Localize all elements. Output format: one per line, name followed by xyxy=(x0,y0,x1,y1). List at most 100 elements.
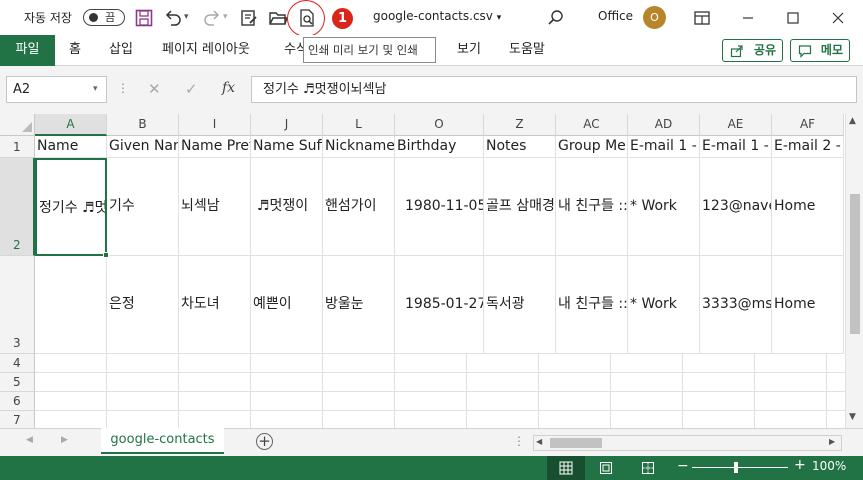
cell-ad1[interactable]: E-mail 1 - Type xyxy=(628,136,700,158)
normal-view-button[interactable] xyxy=(547,456,585,480)
cell-l3[interactable]: 방울눈 xyxy=(323,256,395,354)
column-header-ac[interactable]: AC xyxy=(556,114,628,136)
cell-l1[interactable]: Nickname xyxy=(323,136,395,158)
cell-j3[interactable]: 예쁜이 xyxy=(251,256,323,354)
row-header-2[interactable]: 2 xyxy=(0,158,35,256)
open-folder-icon[interactable] xyxy=(268,8,288,28)
row-header-7[interactable]: 7 xyxy=(0,411,35,428)
cell-i2[interactable]: 뇌섹남 xyxy=(179,158,251,256)
prev-sheet-icon[interactable]: ◀ xyxy=(26,435,33,445)
user-name[interactable]: Office xyxy=(598,9,633,23)
undo-dropdown-icon[interactable]: ▾ xyxy=(184,12,189,22)
cell-o1[interactable]: Birthday xyxy=(395,136,484,158)
cell-i1[interactable]: Name Prefix xyxy=(179,136,251,158)
tab-insert[interactable]: 삽입 xyxy=(109,35,133,66)
cell-i3[interactable]: 차도녀 xyxy=(179,256,251,354)
cell-l2[interactable]: 핸섬가이 xyxy=(323,158,395,256)
document-title[interactable]: google-contacts.csv ▾ xyxy=(373,9,501,23)
column-header-ad[interactable]: AD xyxy=(628,114,700,136)
scroll-right-icon[interactable]: ▶ xyxy=(829,437,835,446)
redo-dropdown-icon[interactable]: ▾ xyxy=(223,12,228,22)
sheet-tab-google-contacts[interactable]: google-contacts xyxy=(101,428,224,454)
cell-af2[interactable]: Home xyxy=(772,158,844,256)
cell-b1[interactable]: Given Name xyxy=(107,136,179,158)
tab-page-layout[interactable]: 페이지 레이아웃 xyxy=(162,35,250,66)
spreadsheet-grid[interactable]: A B I J L O Z AC AD AE AF 1 2 3 4 5 6 7 … xyxy=(0,114,845,428)
empty-cells[interactable] xyxy=(35,354,845,428)
undo-icon[interactable] xyxy=(163,8,183,28)
cell-b3[interactable]: 은정 xyxy=(107,256,179,354)
page-layout-view-icon[interactable] xyxy=(599,461,613,475)
share-button[interactable]: 공유 xyxy=(722,39,783,62)
page-break-view-icon[interactable] xyxy=(641,461,655,475)
form-icon[interactable] xyxy=(239,8,259,28)
column-header-af[interactable]: AF xyxy=(772,114,844,136)
tab-home[interactable]: 홈 xyxy=(69,35,81,66)
zoom-slider-track[interactable] xyxy=(692,467,788,468)
cancel-icon[interactable]: ✕ xyxy=(148,80,161,98)
name-box[interactable]: A2 ▾ xyxy=(6,76,107,103)
search-icon[interactable] xyxy=(546,8,566,28)
row-header-4[interactable]: 4 xyxy=(0,354,35,373)
column-header-b[interactable]: B xyxy=(107,114,179,136)
vertical-scrollbar[interactable]: ▲ ▼ xyxy=(845,114,863,428)
cell-a2-active[interactable]: 정기수 ♬멋쟁이뇌섹남 xyxy=(35,158,107,256)
zoom-level[interactable]: 100% xyxy=(812,459,846,473)
tab-file[interactable]: 파일 xyxy=(0,35,55,66)
zoom-slider-thumb[interactable] xyxy=(734,462,738,473)
formula-input[interactable]: 정기수 ♬멋쟁이뇌섹남 xyxy=(251,76,857,103)
row-header-5[interactable]: 5 xyxy=(0,373,35,392)
scrollbar-thumb[interactable] xyxy=(850,194,860,334)
cell-ae3[interactable]: 3333@msn.com xyxy=(700,256,772,354)
tab-help[interactable]: 도움말 xyxy=(509,35,545,66)
cell-o3[interactable]: 1985-01-27 xyxy=(395,256,484,354)
save-icon[interactable] xyxy=(134,8,154,28)
cell-z3[interactable]: 독서광 xyxy=(484,256,556,354)
column-header-i[interactable]: I xyxy=(179,114,251,136)
chevron-down-icon[interactable]: ▾ xyxy=(93,77,98,102)
more-icon[interactable]: ⋮ xyxy=(513,434,525,448)
zoom-out-icon[interactable]: − xyxy=(677,459,689,473)
more-options-icon[interactable]: ⋮ xyxy=(117,82,129,94)
cell-a3[interactable] xyxy=(35,256,107,354)
scroll-left-icon[interactable]: ◀ xyxy=(536,437,542,446)
close-icon[interactable] xyxy=(828,8,848,28)
scroll-up-icon[interactable]: ▲ xyxy=(849,116,856,126)
column-header-ae[interactable]: AE xyxy=(700,114,772,136)
comments-button[interactable]: 메모 xyxy=(790,39,850,62)
select-all-corner[interactable] xyxy=(0,114,35,136)
column-header-a[interactable]: A xyxy=(35,114,107,136)
horizontal-scrollbar[interactable]: ◀ ▶ xyxy=(533,435,842,451)
add-sheet-icon[interactable]: + xyxy=(256,433,273,450)
autosave-toggle[interactable]: 끔 xyxy=(83,9,125,26)
cell-ae2[interactable]: 123@naver.com xyxy=(700,158,772,256)
cell-j1[interactable]: Name Suffix xyxy=(251,136,323,158)
scroll-down-icon[interactable]: ▼ xyxy=(849,412,856,422)
row-header-1[interactable]: 1 xyxy=(0,136,35,158)
cell-ac3[interactable]: 내 친구들 ::: * myContacts xyxy=(556,256,628,354)
minimize-icon[interactable] xyxy=(738,8,758,28)
column-header-o[interactable]: O xyxy=(395,114,484,136)
cell-ad2[interactable]: * Work xyxy=(628,158,700,256)
next-sheet-icon[interactable]: ▶ xyxy=(61,435,68,445)
cell-af1[interactable]: E-mail 2 - Type xyxy=(772,136,844,158)
enter-check-icon[interactable]: ✓ xyxy=(185,80,198,98)
cell-z1[interactable]: Notes xyxy=(484,136,556,158)
column-header-j[interactable]: J xyxy=(251,114,323,136)
tab-view[interactable]: 보기 xyxy=(457,35,481,66)
cell-b2[interactable]: 기수 xyxy=(107,158,179,256)
cell-j2[interactable]: ♬멋쟁이 xyxy=(251,158,323,256)
cell-a1[interactable]: Name xyxy=(35,136,107,158)
ribbon-display-icon[interactable] xyxy=(692,8,712,28)
zoom-in-icon[interactable]: + xyxy=(794,458,806,472)
maximize-icon[interactable] xyxy=(783,8,803,28)
redo-icon[interactable] xyxy=(202,8,222,28)
row-header-6[interactable]: 6 xyxy=(0,392,35,411)
column-header-l[interactable]: L xyxy=(323,114,395,136)
cell-ae1[interactable]: E-mail 1 - Value xyxy=(700,136,772,158)
column-header-z[interactable]: Z xyxy=(484,114,556,136)
insert-function-icon[interactable]: fx xyxy=(222,80,235,96)
cell-ac1[interactable]: Group Membership xyxy=(556,136,628,158)
avatar[interactable]: O xyxy=(643,6,666,29)
cell-ac2[interactable]: 내 친구들 ::: * myContacts xyxy=(556,158,628,256)
